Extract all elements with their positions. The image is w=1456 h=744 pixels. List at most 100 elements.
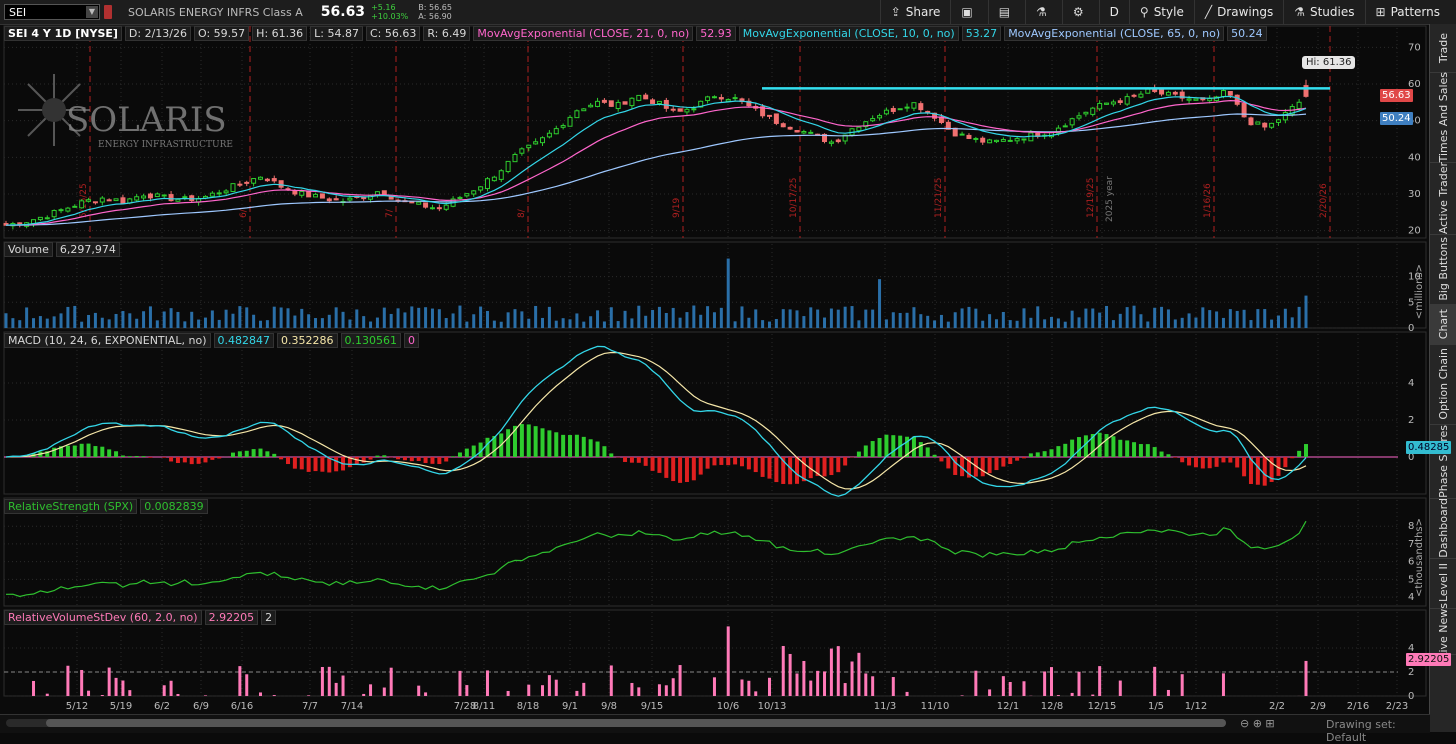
horizontal-scrollbar[interactable] [6, 719, 1226, 727]
candle [609, 101, 613, 107]
relvol-bar [101, 695, 104, 696]
relvol-bar [80, 670, 83, 696]
x-tick-label: 5/19 [110, 701, 132, 712]
volume-bar [734, 321, 737, 328]
candle [1015, 139, 1019, 141]
study-ema21[interactable]: MovAvgExponential (CLOSE, 21, 0, no) [473, 26, 693, 41]
relvol-bar [1057, 695, 1060, 696]
sidebar-tab-times-and-sales[interactable]: Times And Sales [1430, 72, 1456, 163]
volume-bar [417, 308, 420, 328]
x-tick-label: 9/8 [601, 701, 617, 712]
macd-histogram-bar [121, 456, 125, 457]
macd-histogram-bar [884, 435, 888, 457]
relvol-bar [369, 684, 372, 696]
candle [706, 97, 710, 101]
macd-histogram-bar [609, 453, 613, 457]
rs-unit: <thousandths> [1414, 518, 1425, 597]
volume-bar [651, 310, 654, 328]
volume-bar [252, 315, 255, 328]
volume-bar [1071, 311, 1074, 328]
macd-histogram-bar [1242, 457, 1246, 476]
relvol-bar [335, 683, 338, 696]
study-ema65[interactable]: MovAvgExponential (CLOSE, 65, 0, no) [1004, 26, 1224, 41]
volume-bar [610, 307, 613, 328]
study-ema10[interactable]: MovAvgExponential (CLOSE, 10, 0, no) [739, 26, 959, 41]
macd-histogram-bar [864, 445, 868, 457]
macd-histogram-bar [148, 457, 152, 458]
volume-bar [1043, 319, 1046, 328]
sidebar-tab-chart[interactable]: Chart [1430, 304, 1456, 345]
volume-bar [183, 321, 186, 328]
candle [424, 203, 428, 207]
volume-bar [32, 318, 35, 328]
study-ema10-value: 53.27 [962, 26, 1002, 41]
macd-histogram-bar [1228, 457, 1232, 463]
candle [66, 208, 70, 211]
candle [430, 208, 434, 209]
volume-bar [575, 313, 578, 328]
sidebar-tab-live-news[interactable]: Live News [1430, 608, 1456, 655]
candle [1228, 92, 1232, 96]
candle [492, 177, 496, 180]
relvol-bar [1009, 682, 1012, 696]
last-price-tag: 56.63 [1380, 89, 1413, 102]
sidebar-tab-option-chain[interactable]: Option Chain [1430, 344, 1456, 425]
candle [1256, 122, 1260, 124]
macd-histogram-bar [939, 457, 943, 461]
macd-histogram-bar [375, 456, 379, 457]
volume-bar [259, 321, 262, 328]
sidebar-tab-trade[interactable]: Trade [1430, 24, 1456, 73]
macd-histogram-bar [1111, 436, 1115, 457]
volume-bar [548, 307, 551, 328]
volume-bar [796, 310, 799, 328]
zoom-icons[interactable]: ⊖ ⊕ ⊞ [1240, 717, 1275, 730]
sidebar-tab-dashboard[interactable]: Dashboard [1430, 498, 1456, 559]
macd-histogram-bar [417, 457, 421, 461]
volume-bar [231, 314, 234, 328]
volume-bar [170, 308, 173, 328]
relvol-bar [871, 676, 874, 696]
rs-header: RelativeStrength (SPX) 0.0082839 [4, 499, 211, 513]
macd-histogram-bar [1235, 457, 1239, 467]
macd-histogram-bar [1208, 457, 1212, 468]
volume-bar [672, 308, 675, 328]
volume-bar [603, 321, 606, 328]
macd-histogram-bar [568, 435, 572, 457]
macd-histogram-bar [678, 457, 682, 483]
macd-histogram-bar [465, 449, 469, 457]
volume-bar [1243, 310, 1246, 328]
volume-bar [410, 306, 413, 328]
sidebar-tab-level-ii[interactable]: Level II [1430, 558, 1456, 609]
relvol-bar [1022, 681, 1025, 696]
volume-bar [823, 318, 826, 328]
macd-histogram-bar [644, 457, 648, 466]
x-tick-label: 7/14 [341, 701, 363, 712]
macd-histogram-bar [623, 457, 627, 462]
volume-bar [899, 313, 902, 328]
volume-bar [1119, 314, 1122, 328]
relvol-bar [830, 649, 833, 696]
macd-histogram-bar [458, 452, 462, 457]
macd-histogram-bar [1056, 446, 1060, 457]
sidebar-tab-big-buttons[interactable]: Big Buttons [1430, 234, 1456, 305]
macd-histogram-bar [630, 457, 634, 463]
sidebar-tab-active-trader[interactable]: Active Trader [1430, 162, 1456, 235]
x-tick-label: 6/9 [193, 701, 209, 712]
candle [1077, 116, 1081, 118]
candle [183, 197, 187, 198]
study-ema65-value: 50.24 [1227, 26, 1267, 41]
macd-histogram-bar [1132, 442, 1136, 457]
x-tick-label: 8/18 [517, 701, 539, 712]
volume-bar [1208, 310, 1211, 328]
volume-bar [926, 316, 929, 328]
sidebar-tab-phase-scores[interactable]: Phase Scores [1430, 424, 1456, 499]
scrollbar-thumb[interactable] [46, 719, 1226, 727]
volume-bar [1236, 311, 1239, 328]
drawing-set-label[interactable]: Drawing set: Default [1326, 718, 1430, 744]
relvol-bar [823, 671, 826, 696]
relvol-bar [46, 694, 49, 696]
volume-unit: <millions> [1414, 264, 1425, 319]
x-tick-label: 10/6 [717, 701, 739, 712]
volume-bar [830, 309, 833, 328]
relvol-bar [851, 661, 854, 696]
